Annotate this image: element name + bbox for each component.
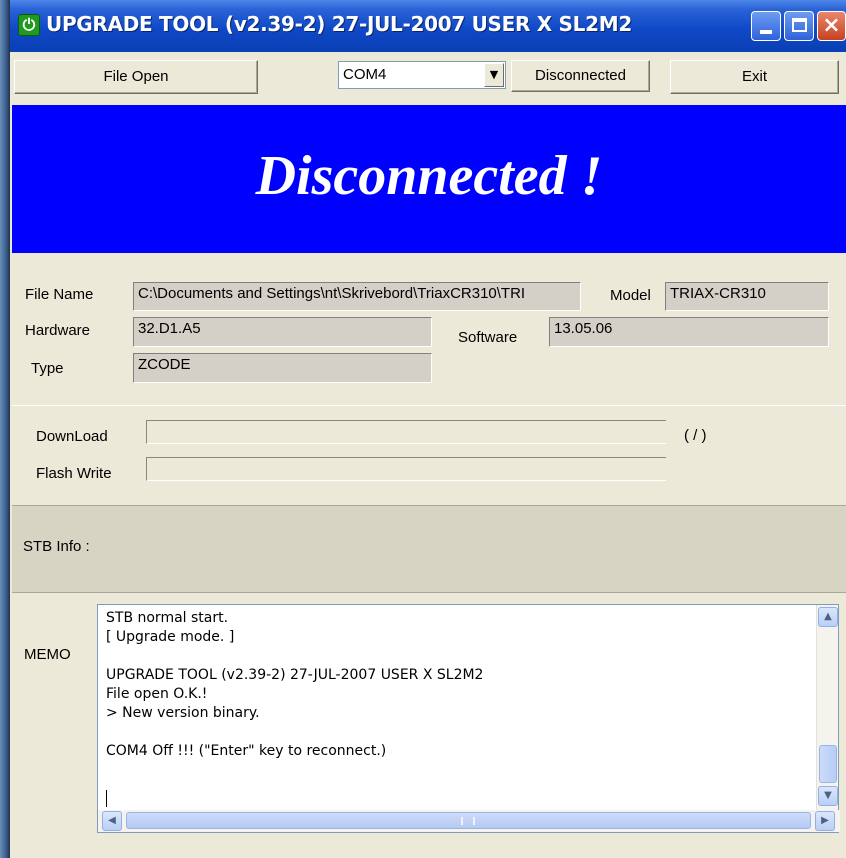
close-icon: × — [822, 13, 841, 38]
grip-icon — [461, 817, 475, 825]
memo-text[interactable]: STB normal start. [ Upgrade mode. ] UPGR… — [106, 609, 806, 761]
close-button[interactable]: × — [817, 11, 846, 41]
horizontal-scroll-thumb[interactable] — [126, 812, 811, 829]
connect-button[interactable]: Disconnected — [511, 60, 650, 92]
scroll-right-icon[interactable]: ▶ — [815, 811, 835, 831]
maximize-button[interactable] — [784, 11, 814, 41]
horizontal-scrollbar[interactable]: ◀ ▶ — [98, 810, 840, 832]
window-edge — [0, 0, 10, 858]
file-open-button[interactable]: File Open — [14, 60, 258, 94]
download-label: DownLoad — [36, 428, 108, 445]
maximize-icon — [792, 18, 807, 32]
vertical-scrollbar[interactable]: ▲ ▼ — [816, 605, 838, 810]
power-icon[interactable]: ⏻ — [18, 14, 40, 36]
scroll-down-icon[interactable]: ▼ — [818, 786, 838, 806]
model-field: TRIAX-CR310 — [665, 282, 829, 311]
type-label: Type — [31, 360, 64, 377]
flash-write-progress-bar — [146, 457, 666, 481]
type-field: ZCODE — [133, 353, 432, 383]
download-count: ( / ) — [684, 427, 707, 444]
stb-info-panel: STB Info : — [12, 505, 846, 593]
section-divider — [12, 405, 846, 406]
file-name-label: File Name — [25, 286, 94, 303]
hardware-field: 32.D1.A5 — [133, 317, 432, 347]
chevron-down-icon[interactable]: ▼ — [484, 63, 504, 87]
memo-label: MEMO — [24, 646, 71, 663]
status-banner: Disconnected ! — [12, 105, 846, 253]
com-port-value: COM4 — [343, 66, 387, 83]
model-label: Model — [610, 287, 651, 304]
scroll-up-icon[interactable]: ▲ — [818, 607, 838, 627]
status-text: Disconnected ! — [255, 145, 603, 207]
hardware-label: Hardware — [25, 322, 91, 339]
vertical-scroll-thumb[interactable] — [819, 745, 837, 783]
minimize-icon — [760, 30, 772, 34]
text-cursor — [106, 790, 107, 807]
flash-write-label: Flash Write — [36, 465, 112, 482]
minimize-button[interactable] — [751, 11, 781, 41]
stb-info-label: STB Info : — [23, 538, 90, 555]
download-progress-bar — [146, 420, 666, 444]
software-field: 13.05.06 — [549, 317, 829, 347]
scroll-left-icon[interactable]: ◀ — [102, 811, 122, 831]
com-port-select[interactable]: COM4 ▼ — [338, 61, 506, 89]
memo-textarea[interactable]: STB normal start. [ Upgrade mode. ] UPGR… — [97, 604, 840, 833]
window-title: UPGRADE TOOL (v2.39-2) 27-JUL-2007 USER … — [46, 12, 632, 36]
exit-button[interactable]: Exit — [670, 60, 839, 94]
file-name-field: C:\Documents and Settings\nt\Skrivebord\… — [133, 282, 581, 311]
software-label: Software — [458, 329, 518, 346]
